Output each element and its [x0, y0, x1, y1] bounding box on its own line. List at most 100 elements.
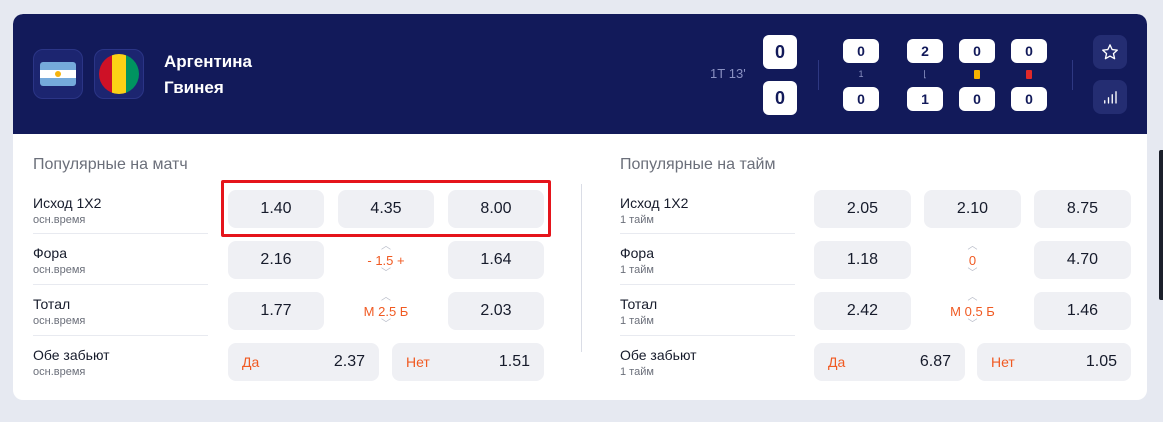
handicap-value: 0 — [968, 253, 977, 268]
team1-score: 0 — [763, 35, 797, 69]
odd-button[interactable]: 2.16 — [228, 241, 324, 279]
odd-button[interactable]: 1.77 — [228, 292, 324, 330]
match-header: Аргентина Гвинея 1Т 13' 0 0 0 1 0 2 ⌊ 1 … — [13, 14, 1147, 134]
both-score-no-button[interactable]: Нет 1.05 — [977, 343, 1131, 381]
row-divider — [33, 284, 208, 285]
stat-period1-team2: 0 — [843, 87, 879, 111]
both-score-yes-button[interactable]: Да 2.37 — [228, 343, 379, 381]
team2-score: 0 — [763, 81, 797, 115]
row-divider — [33, 335, 208, 336]
stat-yellow-team1: 0 — [959, 39, 995, 63]
market-label: Обе забьют осн.время — [33, 347, 110, 378]
market-sub: осн.время — [33, 264, 86, 276]
header-divider — [1072, 60, 1073, 90]
match-period: 1Т 13' — [710, 66, 746, 81]
row-divider — [33, 233, 208, 234]
market-label: Тотал осн.время — [33, 296, 85, 327]
scrollbar-edge[interactable] — [1159, 150, 1163, 300]
total-selector[interactable]: ︿ М 2.5 Б ﹀ — [338, 292, 434, 330]
market-sub: 1 тайм — [620, 264, 654, 276]
guinea-flag-icon — [99, 54, 139, 94]
stat-corners-team2: 1 — [907, 87, 943, 111]
market-name: Исход 1Х2 — [620, 195, 689, 211]
stat-red-team2: 0 — [1011, 87, 1047, 111]
match-card: Аргентина Гвинея 1Т 13' 0 0 0 1 0 2 ⌊ 1 … — [13, 14, 1147, 400]
market-name: Обе забьют — [33, 347, 110, 363]
odd-value: 2.37 — [333, 353, 365, 370]
market-name: Исход 1Х2 — [33, 195, 102, 211]
odd-button[interactable]: 4.70 — [1034, 241, 1131, 279]
no-label: Нет — [406, 354, 430, 370]
team2-flag-box — [94, 49, 144, 99]
chevron-down-icon[interactable]: ﹀ — [924, 320, 1021, 330]
odd-button[interactable]: 2.10 — [924, 190, 1021, 228]
star-icon — [1102, 44, 1118, 60]
stat-yellow-team2: 0 — [959, 87, 995, 111]
odd-button[interactable]: 8.75 — [1034, 190, 1131, 228]
no-label: Нет — [991, 354, 1015, 370]
chevron-up-icon[interactable]: ︿ — [338, 242, 434, 252]
yellow-card-icon — [974, 70, 980, 79]
period-label: 1 — [858, 69, 864, 79]
chevron-up-icon[interactable]: ︿ — [924, 242, 1021, 252]
both-score-no-button[interactable]: Нет 1.51 — [392, 343, 544, 381]
chevron-up-icon[interactable]: ︿ — [338, 293, 434, 303]
odd-button[interactable]: 1.18 — [814, 241, 911, 279]
chevron-down-icon[interactable]: ﹀ — [338, 320, 434, 330]
market-label: Обе забьют 1 тайм — [620, 347, 697, 378]
column-separator — [581, 184, 582, 352]
market-label: Исход 1Х2 1 тайм — [620, 195, 688, 226]
odd-value: 1.05 — [1085, 353, 1117, 370]
market-sub: осн.время — [33, 315, 86, 327]
team1-flag-box — [33, 49, 83, 99]
total-value: М 0.5 Б — [950, 304, 995, 319]
stats-button[interactable] — [1093, 80, 1127, 114]
left-section-title: Популярные на матч — [33, 156, 188, 173]
handicap-selector[interactable]: ︿ 0 ﹀ — [924, 241, 1021, 279]
both-score-yes-button[interactable]: Да 6.87 — [814, 343, 965, 381]
argentina-flag-icon — [40, 62, 76, 86]
odd-button[interactable]: 2.05 — [814, 190, 911, 228]
market-label: Фора 1 тайм — [620, 245, 654, 276]
stat-period1-team1: 0 — [843, 39, 879, 63]
handicap-value: - 1.5 + — [367, 253, 405, 268]
bar-chart-icon — [1104, 91, 1117, 104]
market-name: Фора — [620, 245, 655, 261]
corner-icon: ⌊ — [923, 69, 927, 79]
yes-label: Да — [828, 354, 846, 370]
odd-button[interactable]: 1.46 — [1034, 292, 1131, 330]
odd-button[interactable]: 2.03 — [448, 292, 544, 330]
odd-button[interactable]: 1.64 — [448, 241, 544, 279]
handicap-selector[interactable]: ︿ - 1.5 + ﹀ — [338, 241, 434, 279]
row-divider — [620, 335, 795, 336]
market-sub: осн.время — [33, 366, 86, 378]
row-divider — [620, 284, 795, 285]
market-name: Тотал — [620, 296, 658, 312]
row-divider — [620, 233, 795, 234]
market-label: Исход 1Х2 осн.время — [33, 195, 101, 226]
market-sub: 1 тайм — [620, 366, 654, 378]
highlight-box — [221, 180, 551, 237]
chevron-down-icon[interactable]: ﹀ — [924, 269, 1021, 279]
team1-name[interactable]: Аргентина — [164, 52, 252, 72]
favorite-button[interactable] — [1093, 35, 1127, 69]
total-selector[interactable]: ︿ М 0.5 Б ﹀ — [924, 292, 1021, 330]
odd-value: 6.87 — [919, 353, 951, 370]
market-label: Фора осн.время — [33, 245, 85, 276]
header-divider — [818, 60, 819, 90]
market-name: Фора — [33, 245, 68, 261]
market-sub: 1 тайм — [620, 214, 654, 226]
market-sub: осн.время — [33, 214, 86, 226]
stat-corners-team1: 2 — [907, 39, 943, 63]
right-section-title: Популярные на тайм — [620, 156, 776, 173]
odd-value: 1.51 — [498, 353, 530, 370]
market-name: Тотал — [33, 296, 71, 312]
yes-label: Да — [242, 354, 260, 370]
chevron-up-icon[interactable]: ︿ — [924, 293, 1021, 303]
chevron-down-icon[interactable]: ﹀ — [338, 269, 434, 279]
market-name: Обе забьют — [620, 347, 697, 363]
market-label: Тотал 1 тайм — [620, 296, 657, 327]
odd-button[interactable]: 2.42 — [814, 292, 911, 330]
team2-name[interactable]: Гвинея — [164, 78, 224, 98]
stat-red-team1: 0 — [1011, 39, 1047, 63]
